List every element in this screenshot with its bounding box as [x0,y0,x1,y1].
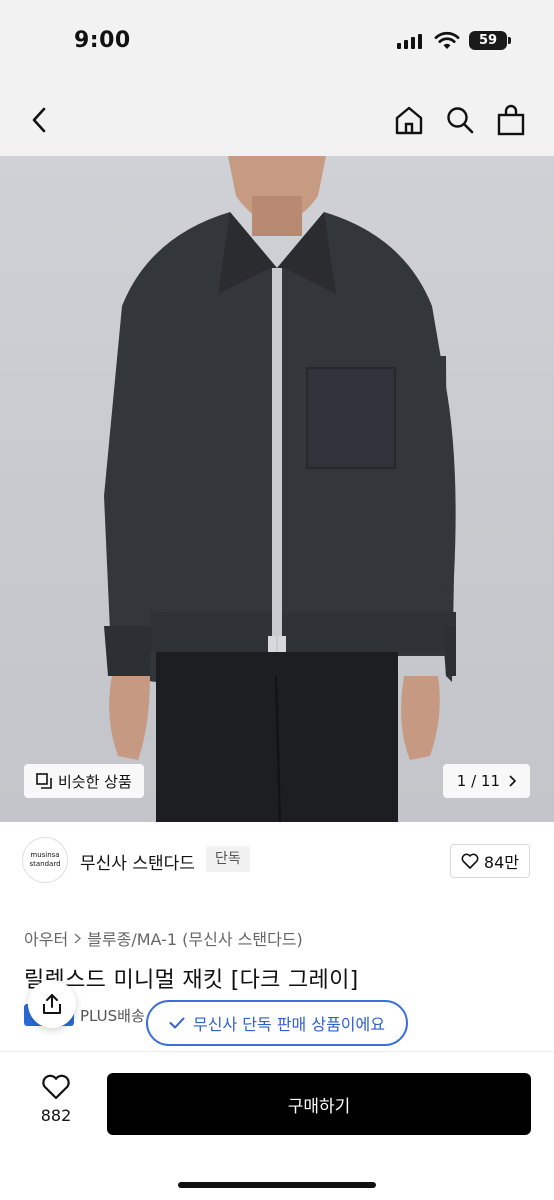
navigation-bar [0,84,554,156]
share-button[interactable] [28,980,76,1028]
brand-like-button[interactable]: 84만 [449,844,530,878]
brand-like-count: 84만 [483,853,519,872]
shopping-bag-icon [497,104,525,136]
product-image-carousel[interactable]: 비슷한 상품 1 / 11 [0,156,554,822]
brand-row: musinsa standard 무신사 스탠다드 단독 84만 [0,822,554,902]
back-button[interactable] [20,100,60,140]
status-time: 9:00 [74,28,131,53]
breadcrumb-subcategory[interactable]: 블루종/MA-1 (무신사 스탠다드) [87,926,303,950]
cart-button[interactable] [491,100,531,140]
exclusive-toast: 무신사 단독 판매 상품이에요 [146,1000,408,1046]
similar-products-label: 비슷한 상품 [58,772,132,791]
brand-logo-line2: standard [29,860,61,868]
search-icon [447,107,474,134]
similar-icon [36,773,52,789]
wishlist-count: 882 [40,1106,72,1125]
similar-products-button[interactable]: 비슷한 상품 [24,764,144,798]
breadcrumb: 아우터 블루종/MA-1 (무신사 스탠다드) [24,926,303,950]
shipping-label: PLUS배송 [80,1006,145,1025]
home-icon [395,106,423,135]
home-button[interactable] [389,100,429,140]
bottom-action-bar: 882 구매하기 [0,1052,554,1200]
product-photo [104,156,456,822]
home-indicator [178,1182,376,1188]
toast-message: 무신사 단독 판매 상품이에요 [193,1015,385,1034]
brand-logo-line1: musinsa [30,851,60,859]
chevron-left-icon [32,107,46,133]
image-pager[interactable]: 1 / 11 [442,764,530,798]
chevron-right-icon [509,775,516,787]
battery-icon: 59 [469,31,511,50]
wifi-icon [434,31,460,49]
brand-logo[interactable]: musinsa standard [22,837,68,883]
product-title: 릴렉스드 미니멀 재킷 [다크 그레이] [24,968,359,993]
search-button[interactable] [440,100,480,140]
image-pager-label: 1 / 11 [456,772,500,790]
check-icon [169,1017,185,1029]
status-bar: 9:00 59 [0,0,554,84]
heart-icon [42,1074,70,1100]
buy-button[interactable]: 구매하기 [107,1073,531,1135]
cellular-signal-icon [397,33,422,49]
breadcrumb-category[interactable]: 아우터 [24,926,68,950]
brand-name[interactable]: 무신사 스탠다드 [80,849,195,874]
heart-icon [461,853,479,869]
exclusive-badge: 단독 [206,846,250,872]
wishlist-button[interactable]: 882 [30,1074,82,1134]
chevron-right-icon [74,932,82,944]
share-icon [43,994,61,1014]
